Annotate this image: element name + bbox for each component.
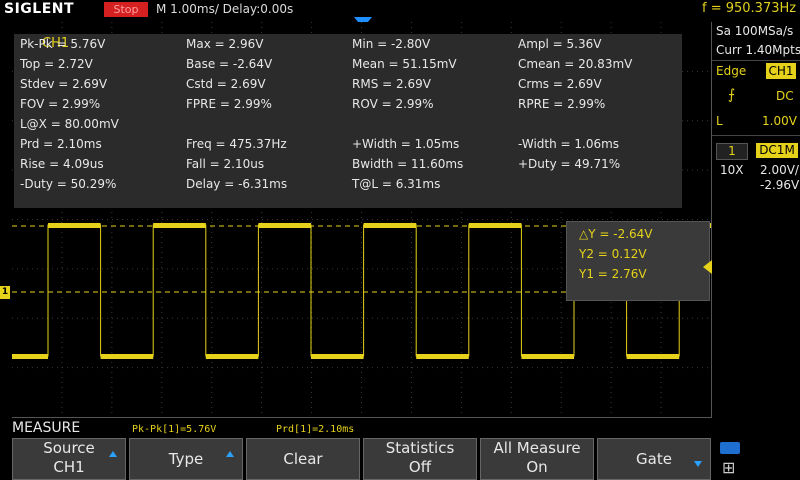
measurement-item: FPRE = 2.99% (186, 97, 272, 111)
trigger-level-value: 1.00V (762, 114, 797, 128)
type-softkey[interactable]: Type (129, 438, 243, 480)
measurement-item: -Width = 1.06ms (518, 137, 620, 151)
measurement-item: +Duty = 49.71% (518, 157, 621, 171)
channel1-offset-marker[interactable]: 1 (0, 286, 10, 299)
channel-number[interactable]: 1 (716, 143, 748, 160)
status-icons: ⊞ (714, 438, 800, 480)
trigger-level-label: L (716, 114, 723, 128)
measurement-item: Rise = 4.09us (20, 157, 104, 171)
measurement-item: Top = 2.72V (20, 57, 93, 71)
quick-measure-1: Pk-Pk[1]=5.76V (132, 424, 217, 435)
measurement-item: FOV = 2.99% (20, 97, 101, 111)
measurement-panel: CH1 Pk-Pk = 5.76V Max = 2.96V Min = -2.80V… (14, 34, 682, 208)
brand-logo: SIGLENT (4, 1, 75, 17)
clear-softkey[interactable]: Clear (246, 438, 360, 480)
measurement-item: -Duty = 50.29% (20, 177, 117, 191)
measurement-item: Ampl = 5.36V (518, 37, 602, 51)
usb-icon (720, 442, 740, 454)
lan-icon: ⊞ (722, 458, 736, 477)
cursor-y1: Y1 = 2.76V (579, 267, 647, 281)
arrow-up-icon (109, 451, 117, 457)
channel-coupling[interactable]: DC1M (756, 143, 798, 158)
softkey-bar: Source CH1 Type Clear Statistics Off All… (0, 438, 712, 480)
measurement-item: Mean = 51.15mV (352, 57, 457, 71)
softkey-label: Clear (283, 450, 323, 468)
measurement-item: RPRE = 2.99% (518, 97, 606, 111)
source-softkey[interactable]: Source CH1 (12, 438, 126, 480)
measurement-item: Min = -2.80V (352, 37, 431, 51)
vertical-offset: -2.96V (760, 178, 800, 192)
measurement-item: Freq = 475.37Hz (186, 137, 287, 151)
arrow-up-icon (226, 451, 234, 457)
run-stop-indicator[interactable]: Stop (104, 2, 148, 17)
statistics-softkey[interactable]: Statistics Off (363, 438, 477, 480)
trigger-level-marker-icon[interactable] (703, 260, 712, 274)
measurement-item: Pk-Pk = 5.76V (20, 37, 106, 51)
right-info-panel: Sa 100MSa/s Curr 1.40Mpts Edge CH1 ⨍ DC … (712, 20, 800, 430)
gate-softkey[interactable]: Gate (597, 438, 711, 480)
menu-title: MEASURE (12, 420, 81, 436)
cursor-y2: Y2 = 0.12V (579, 247, 647, 261)
measurement-item: Bwidth = 11.60ms (352, 157, 464, 171)
quick-measure-2: Prd[1]=2.10ms (276, 424, 355, 435)
arrow-down-icon (694, 461, 702, 467)
measurement-item: T@L = 6.31ms (352, 177, 441, 191)
softkey-label: Gate (636, 450, 672, 468)
measurement-item: RMS = 2.69V (352, 77, 431, 91)
probe-attenuation: 10X (720, 163, 744, 177)
memory-depth: Curr 1.40Mpts (716, 43, 800, 57)
all-measure-softkey[interactable]: All Measure On (480, 438, 594, 480)
measurement-item: Cstd = 2.69V (186, 77, 266, 91)
softkey-label: Statistics (385, 439, 455, 457)
measurement-item: Crms = 2.69V (518, 77, 602, 91)
softkey-value: On (526, 458, 548, 476)
measurement-item: Max = 2.96V (186, 37, 264, 51)
measurement-item: +Width = 1.05ms (352, 137, 460, 151)
cursor-delta-y: △Y = -2.64V (579, 227, 653, 241)
trigger-source[interactable]: CH1 (766, 63, 796, 79)
measurement-item: Delay = -6.31ms (186, 177, 288, 191)
measurement-item: Base = -2.64V (186, 57, 273, 71)
rising-edge-icon: ⨍ (728, 87, 736, 103)
measure-menu-bar: MEASURE Pk-Pk[1]=5.76V Prd[1]=2.10ms (0, 420, 712, 438)
trigger-type[interactable]: Edge (716, 64, 746, 78)
measurement-item: Stdev = 2.69V (20, 77, 108, 91)
measurement-item: L@X = 80.00mV (20, 117, 119, 131)
sample-rate: Sa 100MSa/s (716, 24, 794, 38)
top-status-bar: SIGLENT Stop M 1.00ms/ Delay:0.00s f = 9… (0, 0, 800, 20)
softkey-label: Type (168, 450, 204, 468)
cursor-readout: △Y = -2.64V Y2 = 0.12V Y1 = 2.76V (566, 221, 710, 301)
divider (712, 135, 800, 136)
volts-per-division: 2.00V/ (760, 163, 799, 177)
softkey-label: All Measure (493, 439, 581, 457)
measurement-item: ROV = 2.99% (352, 97, 434, 111)
timebase-readout: M 1.00ms/ Delay:0.00s (156, 2, 294, 16)
trigger-coupling: DC (776, 89, 794, 103)
softkey-value: Off (408, 458, 432, 476)
divider (712, 60, 800, 61)
softkey-value: CH1 (53, 458, 85, 476)
measurement-item: Cmean = 20.83mV (518, 57, 633, 71)
measurement-item: Fall = 2.10us (186, 157, 265, 171)
frequency-counter: f = 950.373Hz (702, 1, 797, 16)
measurement-item: Prd = 2.10ms (20, 137, 102, 151)
